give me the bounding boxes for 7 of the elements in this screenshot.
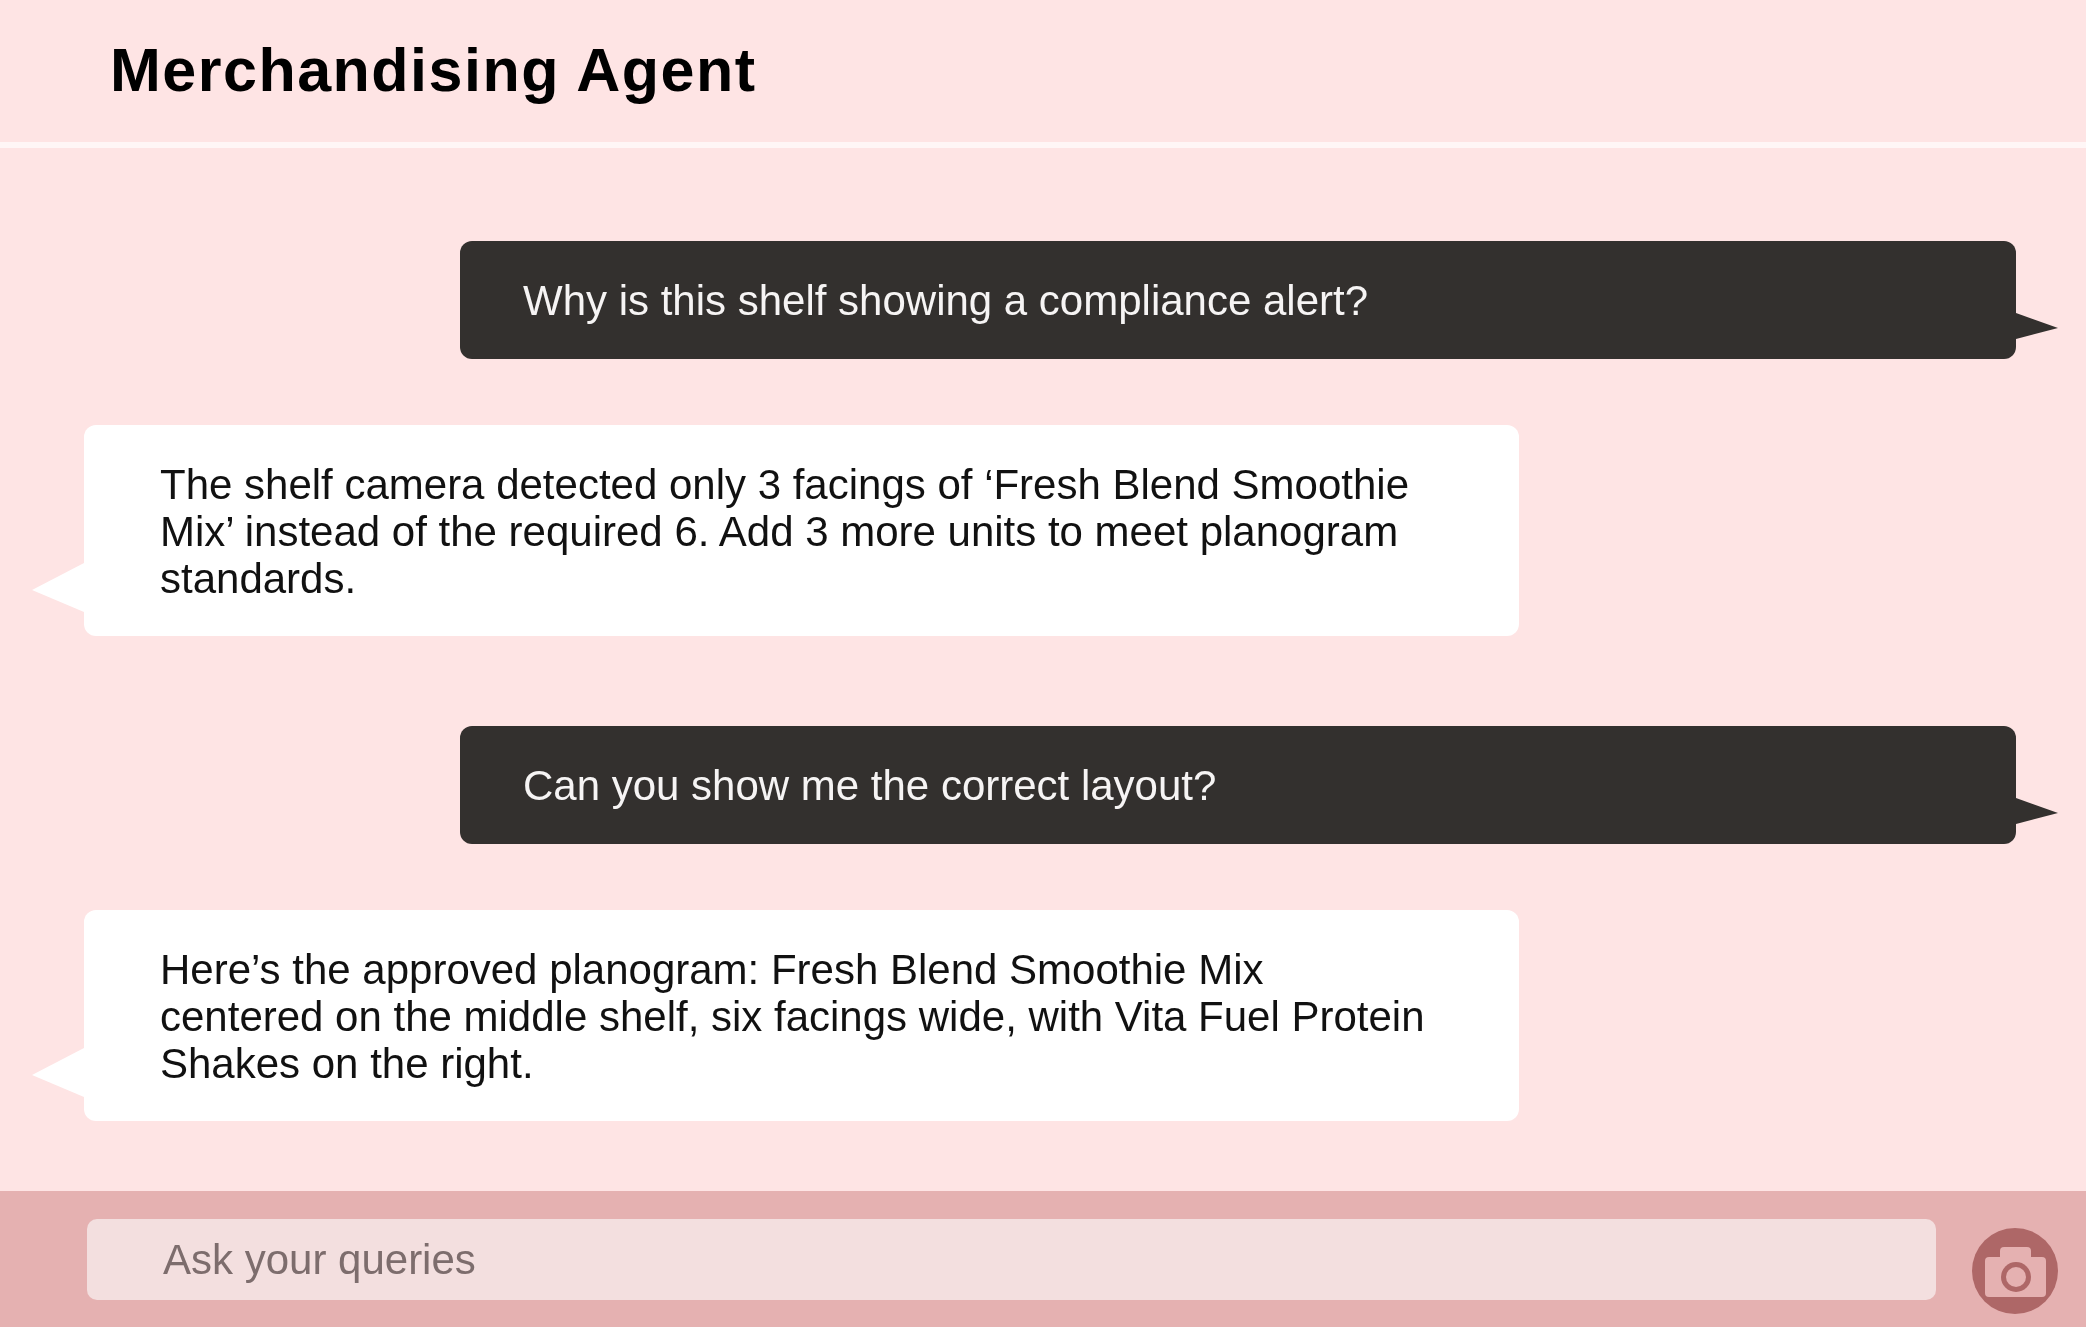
message-text: Why is this shelf showing a compliance alert? xyxy=(523,277,1370,324)
message-text: The shelf camera detected only 3 facings of ‘Fresh Blend Smoothie Mix’ instead of the required 6. Add 3 more units to meet planogram standards. xyxy=(160,461,1410,602)
camera-icon xyxy=(1984,1247,2046,1297)
message-text: Can you show me the correct layout? xyxy=(523,762,1218,809)
message-text: Here’s the approved planogram: Fresh Blend Smoothie Mix centered on the middle shelf, six facings wide, with Vita Fuel Protein Shakes on the right. xyxy=(160,946,1426,1087)
page-title: Merchandising Agent xyxy=(110,37,757,105)
message-input[interactable]: Ask your queries xyxy=(87,1219,1936,1300)
